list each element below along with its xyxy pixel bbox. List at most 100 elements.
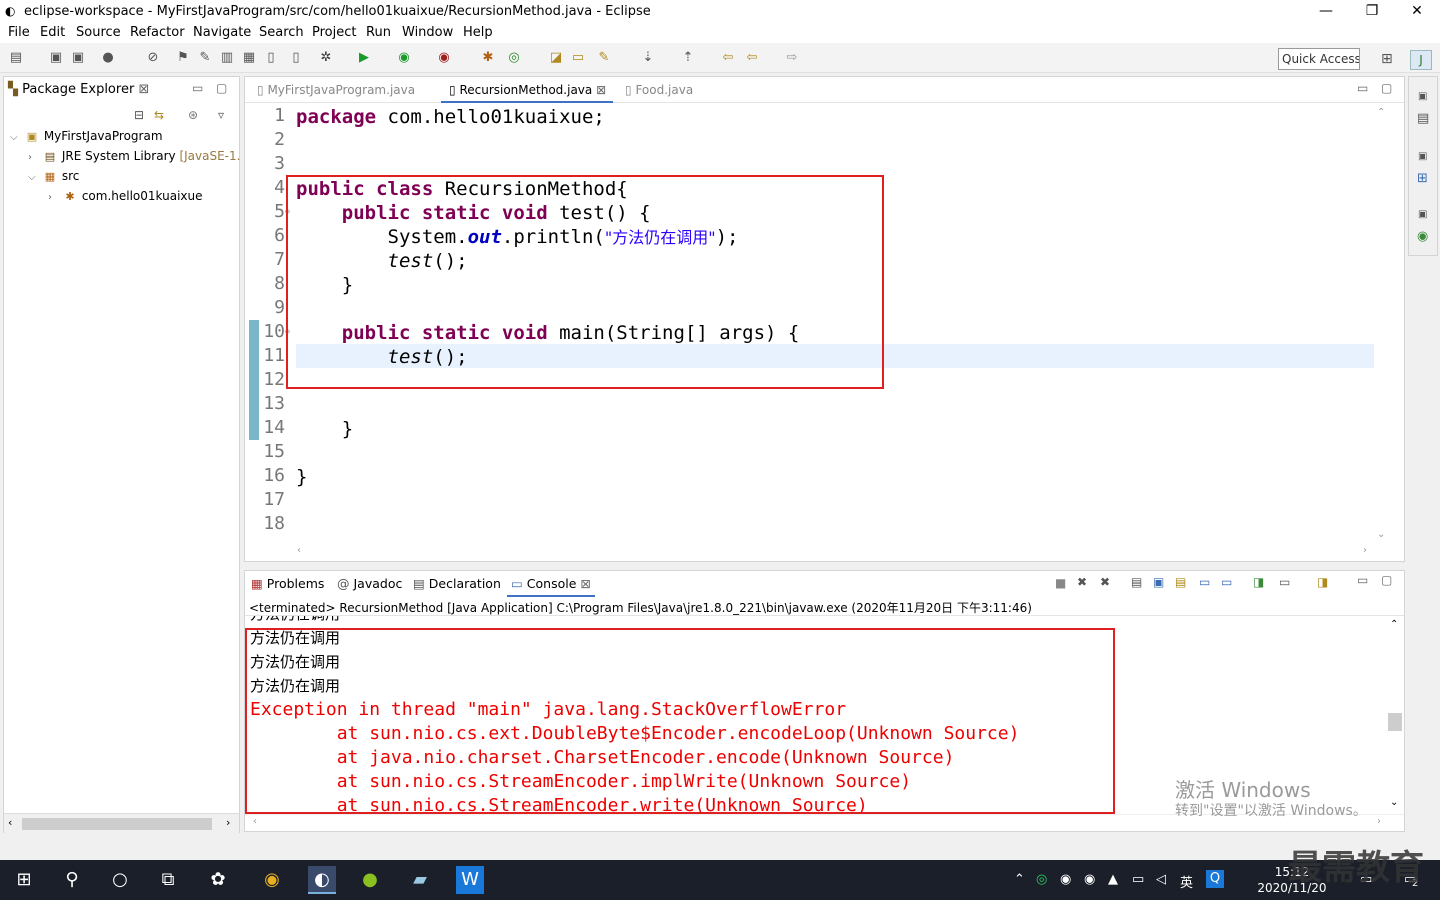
scroll-left-icon[interactable]: ‹	[8, 816, 12, 829]
show-stdout-icon[interactable]: ▭	[1199, 575, 1210, 589]
minimize-view-icon[interactable]: ▭	[1357, 573, 1368, 587]
remove-all-icon[interactable]: ✖	[1100, 575, 1110, 589]
tab-javadoc[interactable]: @ Javadoc	[337, 576, 402, 591]
menu-help[interactable]: Help	[463, 25, 493, 40]
scroll-left-icon[interactable]: ‹	[253, 816, 257, 827]
scroll-up-icon[interactable]: ⌃	[1390, 619, 1398, 630]
volume-icon[interactable]: ◁	[1156, 872, 1166, 887]
search-icon[interactable]: ✎	[596, 50, 612, 66]
maximize-view-icon[interactable]: ▢	[1381, 573, 1392, 587]
display-console-icon[interactable]: ▭	[1279, 575, 1290, 589]
java-perspective-icon[interactable]: J	[1410, 50, 1432, 70]
menu-search[interactable]: Search	[259, 25, 304, 40]
menu-source[interactable]: Source	[76, 25, 121, 40]
maximize-view-icon[interactable]: ▢	[216, 81, 227, 95]
minimize-button[interactable]: —	[1303, 0, 1349, 23]
show-hidden-icons-icon[interactable]: ⌃	[1014, 872, 1025, 887]
maximize-editor-icon[interactable]: ▢	[1381, 81, 1392, 95]
expand-chevron-icon[interactable]: ⌵	[28, 169, 42, 187]
page2-icon[interactable]: ▯	[288, 50, 304, 66]
save-all-icon[interactable]: ▣	[70, 50, 86, 66]
toggle-icon[interactable]: ▥	[219, 50, 235, 66]
menu-file[interactable]: File	[8, 25, 30, 40]
close-button[interactable]: ✕	[1394, 0, 1440, 23]
green-app-icon[interactable]: ●	[356, 866, 384, 894]
debug-icon[interactable]: ✲	[318, 50, 334, 66]
wechat-icon[interactable]: ◎	[1036, 872, 1047, 887]
palette-icon[interactable]: ◉	[1417, 229, 1428, 244]
close-tab-icon[interactable]: ⊠	[596, 83, 606, 97]
page-icon[interactable]: ▯	[263, 50, 279, 66]
expand-chevron-icon[interactable]: ⌵	[10, 129, 24, 147]
format-icon[interactable]: ⚑	[175, 50, 191, 66]
ime-indicator[interactable]: 英	[1180, 872, 1193, 891]
menu-run[interactable]: Run	[366, 25, 391, 40]
last-edit-icon[interactable]: ⇦	[720, 50, 736, 66]
notification-bell-icon[interactable]: ▲	[1108, 872, 1118, 887]
view-menu-icon[interactable]: ▿	[218, 108, 224, 122]
open-type-icon[interactable]: ◪	[548, 50, 564, 66]
new-icon[interactable]: ▤	[8, 50, 24, 66]
open-folder-icon[interactable]: ▭	[570, 50, 586, 66]
chrome-icon[interactable]: ◉	[258, 866, 286, 894]
menu-edit[interactable]: Edit	[40, 25, 65, 40]
view-menu-filter-icon[interactable]: ⊛	[188, 108, 198, 122]
show-stderr-icon[interactable]: ▭	[1221, 575, 1232, 589]
next-annotation-icon[interactable]: ⇣	[640, 50, 656, 66]
close-tab-icon[interactable]: ⊠	[580, 576, 590, 591]
pinwheel-app-icon[interactable]: ✿	[204, 866, 232, 894]
coverage-icon[interactable]: ◉	[396, 50, 412, 66]
open-perspective-icon[interactable]: ⊞	[1381, 51, 1393, 67]
minimize-view-icon[interactable]: ▭	[192, 81, 203, 95]
tab-myfirstjavaprogram[interactable]: ▯ MyFirstJavaProgram.java	[249, 77, 435, 103]
quick-access-input[interactable]: Quick Access	[1278, 48, 1360, 70]
prev-annotation-icon[interactable]: ⇡	[680, 50, 696, 66]
network-icon[interactable]: ▭	[1132, 872, 1144, 887]
remove-launch-icon[interactable]: ✖	[1077, 575, 1087, 589]
menu-window[interactable]: Window	[402, 25, 453, 40]
tab-recursionmethod[interactable]: ▯ RecursionMethod.java ⊠	[441, 77, 613, 103]
tree-item-jre[interactable]: › ▤ JRE System Library [JavaSE-1.	[28, 147, 240, 165]
forward-icon[interactable]: ⇨	[784, 50, 800, 66]
scrollbar-thumb[interactable]	[1388, 713, 1402, 731]
terminate-icon[interactable]: ■	[1055, 576, 1066, 590]
restore-icon[interactable]: ▣	[1418, 91, 1427, 102]
tab-food[interactable]: ▯ Food.java	[617, 77, 727, 103]
search-icon[interactable]: ⚲	[58, 866, 86, 894]
start-windows-icon[interactable]: ⊞	[10, 866, 38, 894]
scroll-lock-icon[interactable]: ▣	[1153, 575, 1164, 589]
restore-icon[interactable]: ▣	[1418, 209, 1427, 220]
debug-config-icon[interactable]: ●	[100, 50, 116, 66]
scrollbar-thumb[interactable]	[22, 818, 212, 830]
task-view-icon[interactable]: ⧉	[154, 866, 182, 894]
block-icon[interactable]: ▦	[241, 50, 257, 66]
collapse-all-icon[interactable]: ⊟	[134, 108, 144, 122]
back-icon[interactable]: ⇦	[744, 50, 760, 66]
tree-item-package[interactable]: › ✱ com.hello01kuaixue	[48, 187, 203, 205]
save-icon[interactable]: ▣	[48, 50, 64, 66]
external-tools-icon[interactable]: ◉	[436, 50, 452, 66]
scroll-right-icon[interactable]: ›	[1377, 816, 1381, 827]
package-explorer-tab[interactable]: ▚ Package Explorer ⊠	[8, 82, 149, 97]
run-icon[interactable]: ▶	[356, 50, 372, 66]
eclipse-icon[interactable]: ◐	[308, 866, 336, 894]
restore-button[interactable]: ❐	[1349, 0, 1395, 23]
open-console-icon[interactable]: ◨	[1317, 575, 1328, 589]
collapse-chevron-icon[interactable]: ›	[48, 189, 62, 207]
tab-console[interactable]: ▭ Console ⊠	[507, 571, 595, 597]
scroll-up-icon[interactable]: ⌃	[1377, 107, 1385, 118]
horizontal-scrollbar[interactable]: ‹ ›	[4, 813, 239, 833]
vertical-scrollbar[interactable]: ⌃ ⌄	[1386, 617, 1404, 813]
notepad-icon[interactable]: ▰	[406, 866, 434, 894]
scroll-right-icon[interactable]: ›	[226, 816, 230, 829]
new-package-icon[interactable]: ✱	[480, 50, 496, 66]
cortana-icon[interactable]: ○	[106, 866, 134, 894]
edit-icon[interactable]: ✎	[197, 50, 213, 66]
scroll-down-icon[interactable]: ⌄	[1377, 529, 1385, 540]
link-with-editor-icon[interactable]: ⇆	[154, 108, 164, 122]
word-wrap-icon[interactable]: ▤	[1175, 575, 1186, 589]
menu-refactor[interactable]: Refactor	[130, 25, 185, 40]
minimize-editor-icon[interactable]: ▭	[1357, 81, 1368, 95]
menu-navigate[interactable]: Navigate	[193, 25, 251, 40]
scroll-right-icon[interactable]: ›	[1363, 545, 1367, 556]
